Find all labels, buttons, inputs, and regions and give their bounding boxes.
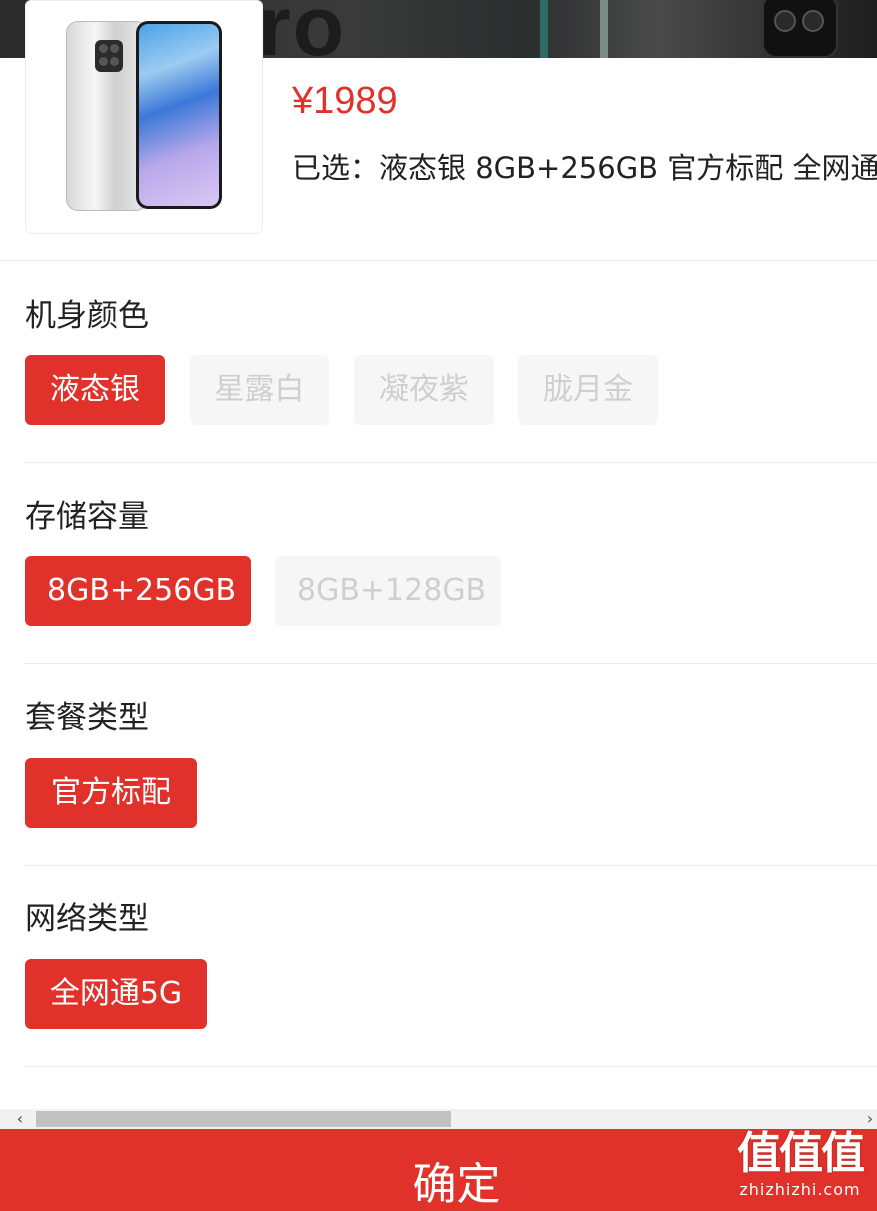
divider [25,865,877,866]
phone-front-image [136,21,222,209]
banner-camera-image [762,0,838,58]
divider [25,1066,877,1067]
banner-stripe [540,0,548,58]
option-color-moon-gold[interactable]: 胧月金 [518,355,658,425]
selected-label: 已选： [292,151,380,185]
banner-stripe [600,0,608,58]
group-title-package: 套餐类型 [25,700,149,736]
divider [25,462,877,463]
group-title-color: 机身颜色 [25,298,149,334]
product-price: ¥1989 [292,80,398,122]
watermark-cn-text: 值值值 [737,1128,865,1179]
divider [25,663,877,664]
selected-summary: 已选：液态银 8GB+256GB 官方标配 全网通5G [292,142,877,194]
phone-screen-image [139,24,219,206]
option-storage-8-256[interactable]: 8GB+256GB [25,556,251,626]
site-watermark-logo: 值值值 zhizhizhi.com [725,1126,875,1206]
product-thumbnail [25,0,263,234]
scrollbar-thumb[interactable] [36,1111,451,1127]
option-color-star-white[interactable]: 星露白 [190,355,329,425]
option-color-liquid-silver[interactable]: 液态银 [25,355,165,425]
sku-selector-page: ro ¥1989 已选：液态银 8GB+256GB 官方标配 全网通5G 机身颜… [0,0,877,1211]
sku-panel: ¥1989 已选：液态银 8GB+256GB 官方标配 全网通5G 机身颜色 液… [0,0,877,1129]
option-network-5g[interactable]: 全网通5G [25,959,207,1029]
watermark-en-text: zhizhizhi.com [739,1180,861,1199]
divider [0,260,877,261]
option-package-official[interactable]: 官方标配 [25,758,197,828]
group-title-network: 网络类型 [25,901,149,937]
camera-module-icon [95,40,123,72]
option-color-night-purple[interactable]: 凝夜紫 [354,355,494,425]
option-storage-8-128[interactable]: 8GB+128GB [275,556,501,626]
selected-value: 液态银 8GB+256GB 官方标配 全网通5G [379,151,877,185]
banner-text: ro [258,0,346,58]
group-title-storage: 存储容量 [25,499,149,535]
scroll-left-icon[interactable]: ‹ [10,1109,30,1129]
